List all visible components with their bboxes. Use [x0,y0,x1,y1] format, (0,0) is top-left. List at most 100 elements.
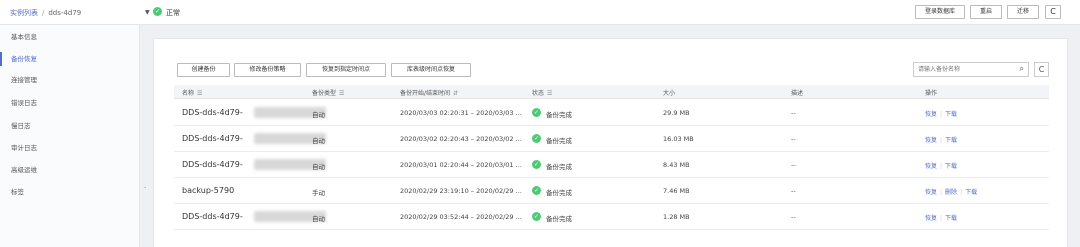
filter-icon[interactable]: ☰ [197,90,202,97]
modify-backup-policy-button[interactable]: 修改备份策略 [234,63,301,77]
restore-to-point-button[interactable]: 恢复到指定时间点 [306,63,386,77]
backup-time: 2020/03/03 02:20:31 – 2020/03/03 ... [400,109,522,117]
row-actions: 恢复 | 删除 | 下载 [925,187,977,196]
col-header-status-label: 状态 [532,90,545,97]
table-row: DDS-dds-4d79- 自动 2020/02/29 03:52:44 – 2… [174,204,1049,230]
col-header-name[interactable]: 名称 ☰ [182,88,202,97]
col-header-time[interactable]: 备份开始/结束时间 ⇵ [400,88,458,97]
backup-description: -- [791,135,796,143]
status-ok-icon: ✓ [532,108,541,117]
restore-link[interactable]: 恢复 [925,111,937,118]
action-divider: | [940,137,943,144]
sidebar-item-backup-restore[interactable]: 备份恢复 [0,52,139,66]
sort-icon[interactable]: ⇵ [453,90,458,97]
backup-search-input[interactable] [914,63,1010,76]
sidebar-item-connection[interactable]: 连接管理 [0,73,139,87]
sidebar-item-slow-log[interactable]: 慢日志 [0,119,139,133]
col-header-type-label: 备份类型 [312,90,337,97]
instance-status-text: 正常 [166,9,180,17]
instance-dropdown-icon[interactable]: ▼ [145,9,150,16]
filter-icon[interactable]: ☰ [547,90,552,97]
col-header-description: 描述 [791,90,804,97]
sidebar-item-audit-log[interactable]: 审计日志 [0,141,139,155]
action-divider: | [940,163,943,170]
download-link[interactable]: 下载 [945,215,957,222]
backup-panel: 创建备份 修改备份策略 恢复到指定时间点 库表级时间点恢复 ⌕ C 名称☰ 备份… [153,38,1068,247]
status-ok-icon: ✓ [532,186,541,195]
backup-status: 备份完成 [546,215,572,223]
restore-link[interactable]: 恢复 [925,163,937,170]
backup-description: -- [791,109,796,117]
migrate-button[interactable]: 迁移 [1007,5,1039,19]
restore-link[interactable]: 恢复 [925,189,937,196]
col-header-operations: 操作 [925,90,938,97]
table-level-restore-button[interactable]: 库表级时间点恢复 [391,63,471,77]
create-backup-button[interactable]: 创建备份 [177,63,230,77]
sidebar-collapse-handle[interactable]: · [144,184,146,192]
search-icon[interactable]: ⌕ [1020,64,1024,74]
backup-status: 备份完成 [546,163,572,171]
backup-time: 2020/02/29 03:52:44 – 2020/02/29 ... [400,213,522,221]
download-link[interactable]: 下载 [945,137,957,144]
restore-link[interactable]: 恢复 [925,137,937,144]
row-actions: 恢复 | 下载 [925,213,957,222]
restart-button[interactable]: 重启 [970,5,1002,19]
action-divider: | [960,189,963,196]
filter-icon[interactable]: ☰ [339,90,344,97]
backup-time: 2020/03/02 02:20:43 – 2020/03/02 ... [400,135,522,143]
backup-name: DDS-dds-4d79- [182,134,243,143]
backup-type: 手动 [312,189,325,197]
status-ok-icon: ✓ [532,212,541,221]
backup-size: 8.43 MB [663,161,690,169]
sidebar-item-advanced-ops[interactable]: 高级运维 [0,163,139,177]
backup-type: 自动 [312,163,325,171]
download-link[interactable]: 下载 [965,189,977,196]
breadcrumb-separator: / [42,9,45,17]
download-link[interactable]: 下载 [945,163,957,170]
sidebar-item-tags[interactable]: 标签 [0,185,139,199]
sidebar-item-error-log[interactable]: 错误日志 [0,96,139,110]
refresh-icon[interactable]: C [1045,5,1061,19]
action-divider: | [940,215,943,222]
sidebar: 基本信息 备份恢复 连接管理 错误日志 慢日志 审计日志 高级运维 标签 [0,25,140,247]
table-header: 名称 ☰ 备份类型 ☰ 备份开始/结束时间 ⇵ 状态 ☰ 大小 描述 操作 [174,85,1049,99]
col-header-time-label: 备份开始/结束时间 [400,90,451,97]
status-ok-icon: ✓ [532,134,541,143]
table-row: DDS-dds-4d79- 自动 2020/03/03 02:20:31 – 2… [174,100,1049,126]
backup-status: 备份完成 [546,189,572,197]
backup-name: DDS-dds-4d79- [182,108,243,117]
status-ok-icon: ✓ [153,7,162,16]
backup-time: 2020/02/29 23:19:10 – 2020/02/29 ... [400,187,522,195]
backup-status: 备份完成 [546,111,572,119]
sidebar-item-basic-info[interactable]: 基本信息 [0,30,139,44]
breadcrumb-instance-list[interactable]: 实例列表 [10,9,38,17]
col-header-type[interactable]: 备份类型 ☰ [312,88,344,97]
login-database-button[interactable]: 登录数据库 [915,5,965,19]
table-row: DDS-dds-4d79- 自动 2020/03/02 02:20:43 – 2… [174,126,1049,152]
backup-size: 29.9 MB [663,109,690,117]
backup-status: 备份完成 [546,137,572,145]
backup-description: -- [791,161,796,169]
action-divider: | [940,111,943,118]
backup-type: 自动 [312,111,325,119]
row-actions: 恢复 | 下载 [925,109,957,118]
row-actions: 恢复 | 下载 [925,161,957,170]
status-ok-icon: ✓ [532,160,541,169]
table-row: DDS-dds-4d79- 自动 2020/03/01 02:20:44 – 2… [174,152,1049,178]
backup-description: -- [791,187,796,195]
col-header-size: 大小 [663,90,676,97]
download-link[interactable]: 下载 [945,111,957,118]
table-row: backup-5790 手动 2020/02/29 23:19:10 – 202… [174,178,1049,204]
backup-name: DDS-dds-4d79- [182,160,243,169]
backup-size: 7.46 MB [663,187,690,195]
delete-link[interactable]: 删除 [945,189,957,196]
backup-name: DDS-dds-4d79- [182,212,243,221]
restore-link[interactable]: 恢复 [925,215,937,222]
backup-type: 自动 [312,215,325,223]
action-divider: | [940,189,943,196]
backup-search-box: ⌕ [913,62,1029,77]
col-header-status[interactable]: 状态 ☰ [532,88,552,97]
col-header-name-label: 名称 [182,90,195,97]
backup-size: 16.03 MB [663,135,694,143]
table-refresh-icon[interactable]: C [1034,62,1049,77]
